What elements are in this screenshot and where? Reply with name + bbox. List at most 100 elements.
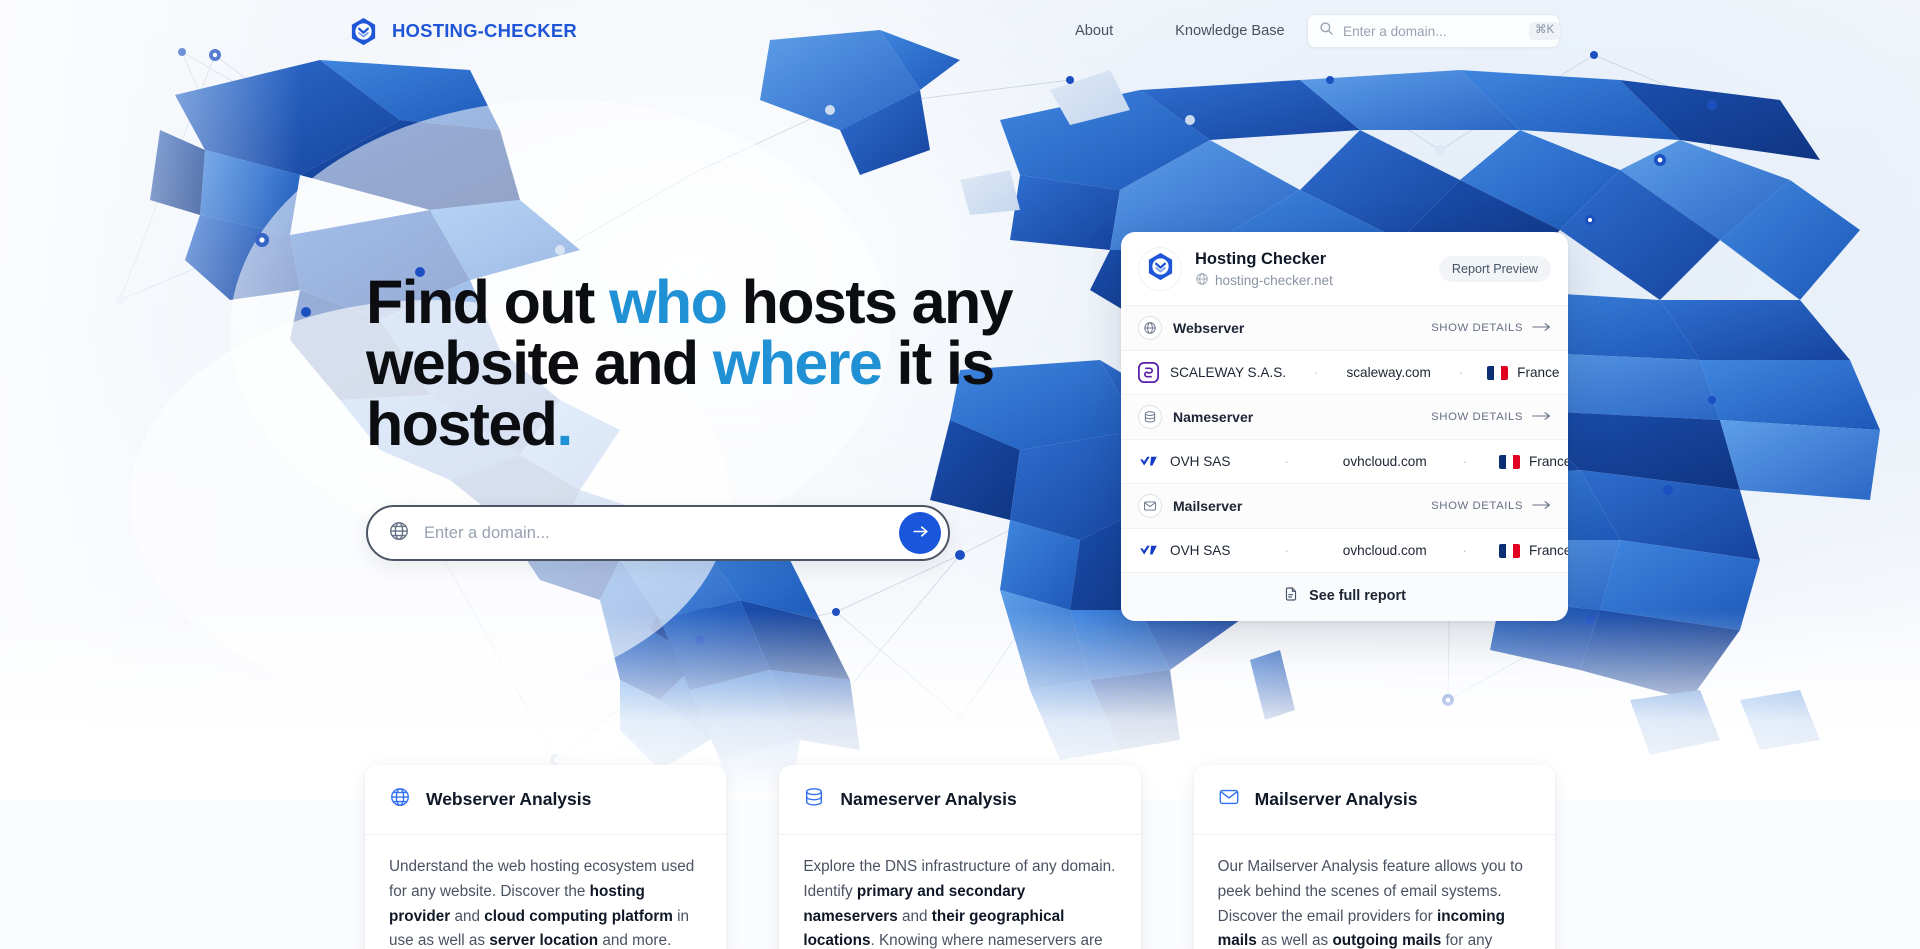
document-icon xyxy=(1283,586,1299,606)
header-search-input[interactable] xyxy=(1343,23,1520,39)
feature-cards: Webserver Analysis Understand the web ho… xyxy=(365,765,1555,949)
landing-page: HOSTING-CHECKER About Knowledge Base ⌘K … xyxy=(0,0,1920,949)
feature-card-webserver: Webserver Analysis Understand the web ho… xyxy=(365,765,727,949)
separator: · xyxy=(1462,454,1467,469)
feature-card-header: Nameserver Analysis xyxy=(779,765,1141,835)
provider-name-mailserver: OVH SAS xyxy=(1170,543,1231,558)
headline-line-1-part-b: hosts any xyxy=(726,268,1014,336)
arrow-right-icon xyxy=(911,522,930,544)
headline-line-2-part-b: it is xyxy=(881,329,996,397)
main-navigation: About Knowledge Base xyxy=(1075,23,1285,39)
show-details-label: SHOW DETAILS xyxy=(1431,322,1523,334)
feature-card-title: Mailserver Analysis xyxy=(1254,789,1418,809)
ovh-logo-icon xyxy=(1138,451,1159,472)
headline-accent-period: . xyxy=(556,390,573,458)
globe-icon xyxy=(1138,316,1162,340)
hero-search-submit-button[interactable] xyxy=(899,512,941,554)
globe-icon xyxy=(388,520,410,547)
report-section-header-mailserver[interactable]: Mailserver SHOW DETAILS xyxy=(1121,483,1568,528)
provider-name-nameserver: OVH SAS xyxy=(1170,454,1231,469)
show-details-button-nameserver[interactable]: SHOW DETAILS xyxy=(1431,411,1551,424)
report-section-label-nameserver: Nameserver xyxy=(1173,409,1254,425)
scaleway-logo-icon xyxy=(1138,362,1159,383)
search-shortcut-badge: ⌘K xyxy=(1529,22,1561,40)
arrow-right-icon xyxy=(1532,500,1551,513)
feature-card-mailserver: Mailserver Analysis Our Mailserver Analy… xyxy=(1193,765,1555,949)
hero-search-box[interactable] xyxy=(366,505,950,561)
feature-card-body: Our Mailserver Analysis feature allows y… xyxy=(1217,858,1523,949)
country-mailserver: France xyxy=(1499,543,1568,558)
provider-name-webserver: SCALEWAY S.A.S. xyxy=(1170,365,1287,380)
server-icon xyxy=(1138,405,1162,429)
provider-domain-webserver: scaleway.com xyxy=(1346,365,1431,380)
status-badge: Report Preview xyxy=(1438,256,1551,282)
hero-search-input[interactable] xyxy=(424,523,885,543)
show-details-label: SHOW DETAILS xyxy=(1431,411,1523,423)
country-label: France xyxy=(1517,365,1560,380)
headline-line-1-part-a: Find out xyxy=(366,268,610,336)
globe-icon xyxy=(389,786,411,813)
headline-accent-where: where xyxy=(712,329,883,397)
table-row-nameserver: OVH SAS · ovhcloud.com · France xyxy=(1121,439,1568,483)
country-nameserver: France xyxy=(1499,454,1568,469)
server-icon xyxy=(803,786,825,813)
globe-icon xyxy=(1195,272,1209,289)
feature-card-title: Nameserver Analysis xyxy=(840,789,1017,809)
see-full-report-button[interactable]: See full report xyxy=(1121,572,1568,621)
ovh-logo-icon xyxy=(1138,540,1159,561)
hero-copy: Find out who hosts any website and where… xyxy=(366,272,1066,455)
separator: · xyxy=(1314,365,1319,380)
report-section-label-mailserver: Mailserver xyxy=(1173,498,1243,514)
brand-name: HOSTING-CHECKER xyxy=(392,20,577,41)
arrow-right-icon xyxy=(1532,322,1551,335)
separator: · xyxy=(1458,365,1464,380)
fr-flag-icon xyxy=(1487,365,1509,380)
feature-card-title: Webserver Analysis xyxy=(426,789,592,809)
report-card-subtitle: hosting-checker.net xyxy=(1195,272,1426,289)
brand-logo-link[interactable]: HOSTING-CHECKER xyxy=(348,16,577,47)
report-card-titles: Hosting Checker hosting-checker.net xyxy=(1195,249,1426,290)
table-row-mailserver: OVH SAS · ovhcloud.com · France xyxy=(1121,528,1568,572)
fr-flag-icon xyxy=(1499,454,1520,469)
feature-card-body: Understand the web hosting ecosystem use… xyxy=(389,858,695,949)
feature-card-header: Mailserver Analysis xyxy=(1193,765,1555,835)
see-full-report-label: See full report xyxy=(1309,588,1406,604)
fr-flag-icon xyxy=(1499,543,1520,558)
show-details-button-webserver[interactable]: SHOW DETAILS xyxy=(1431,322,1551,335)
mail-icon xyxy=(1138,494,1162,518)
nav-item-knowledge-base[interactable]: Knowledge Base xyxy=(1175,23,1285,39)
header-search-box[interactable]: ⌘K xyxy=(1307,14,1561,48)
nav-item-about[interactable]: About xyxy=(1075,23,1113,39)
headline-line-3-part-a: hosted xyxy=(366,390,558,458)
show-details-button-mailserver[interactable]: SHOW DETAILS xyxy=(1431,500,1551,513)
country-label: France xyxy=(1529,454,1568,469)
provider-domain-mailserver: ovhcloud.com xyxy=(1342,543,1427,558)
separator: · xyxy=(1284,543,1289,558)
report-card-header: Hosting Checker hosting-checker.net Repo… xyxy=(1121,232,1568,305)
avatar xyxy=(1138,247,1182,291)
report-preview-card: Hosting Checker hosting-checker.net Repo… xyxy=(1121,232,1568,621)
report-section-header-nameserver[interactable]: Nameserver SHOW DETAILS xyxy=(1121,394,1568,439)
site-header: HOSTING-CHECKER About Knowledge Base ⌘K xyxy=(0,0,1920,62)
feature-card-body: Explore the DNS infrastructure of any do… xyxy=(803,858,1116,949)
headline-accent-who: who xyxy=(609,268,728,336)
report-section-header-webserver[interactable]: Webserver SHOW DETAILS xyxy=(1121,305,1568,350)
search-icon xyxy=(1319,21,1334,41)
country-label: France xyxy=(1529,543,1568,558)
hexagon-chevron-logo-icon xyxy=(348,16,379,47)
report-section-label-webserver: Webserver xyxy=(1173,320,1245,336)
provider-domain-nameserver: ovhcloud.com xyxy=(1342,454,1427,469)
separator: · xyxy=(1462,543,1467,558)
arrow-right-icon xyxy=(1532,411,1551,424)
headline-line-2-part-a: website and xyxy=(366,329,713,397)
show-details-label: SHOW DETAILS xyxy=(1431,500,1523,512)
mail-icon xyxy=(1218,786,1240,813)
feature-card-nameserver: Nameserver Analysis Explore the DNS infr… xyxy=(779,765,1141,949)
feature-card-header: Webserver Analysis xyxy=(365,765,727,835)
page-title: Find out who hosts any website and where… xyxy=(366,272,1066,455)
hexagon-chevron-logo-icon xyxy=(1145,251,1176,287)
separator: · xyxy=(1284,454,1289,469)
report-card-title: Hosting Checker xyxy=(1195,249,1327,268)
country-webserver: France xyxy=(1487,365,1559,380)
report-card-domain: hosting-checker.net xyxy=(1215,273,1333,289)
